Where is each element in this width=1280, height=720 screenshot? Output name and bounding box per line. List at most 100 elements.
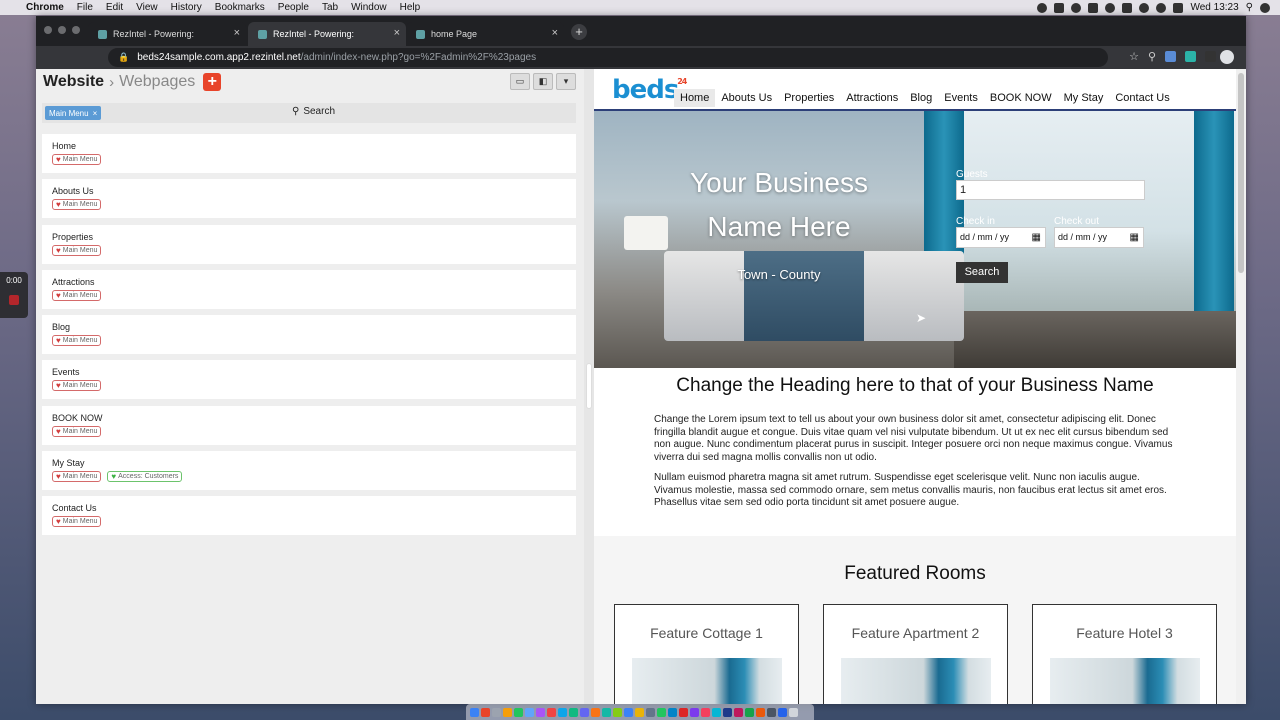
gear-icon[interactable]: [1037, 2, 1048, 13]
menu-view[interactable]: View: [136, 2, 158, 13]
single-pane-view-icon[interactable]: ▭: [510, 73, 530, 90]
extension-icon[interactable]: [1165, 51, 1176, 62]
app-icon[interactable]: [778, 707, 787, 717]
mail-icon[interactable]: [1088, 2, 1099, 13]
webpage-row-abouts-us[interactable]: Abouts Us ♥ Main Menu: [42, 179, 576, 219]
calendar-icon[interactable]: ▦: [1130, 228, 1139, 247]
battery-icon[interactable]: [1173, 2, 1184, 13]
display-icon[interactable]: [1122, 2, 1133, 13]
app-icon[interactable]: [613, 707, 622, 717]
app-icon[interactable]: [547, 707, 556, 717]
app-icon[interactable]: [558, 707, 567, 717]
bluetooth-icon[interactable]: [1139, 2, 1150, 13]
calendar-icon[interactable]: ▦: [1032, 228, 1041, 247]
site-nav-properties[interactable]: Properties: [778, 89, 840, 107]
webpage-row-home[interactable]: Home ♥ Main Menu: [42, 134, 576, 173]
record-icon[interactable]: [1054, 2, 1065, 13]
menu-bookmarks[interactable]: Bookmarks: [215, 2, 265, 13]
browser-tab-2[interactable]: RezIntel - Powering: ×: [248, 22, 406, 46]
app-icon[interactable]: [701, 707, 710, 717]
app-icon[interactable]: [657, 707, 666, 717]
menu-tab[interactable]: Tab: [322, 2, 338, 13]
site-nav-events[interactable]: Events: [938, 89, 984, 107]
filter-chip-main-menu[interactable]: Main Menu ×: [45, 106, 102, 120]
webpage-row-my-stay[interactable]: My Stay ♥ Main Menu ♥ Access: Customers: [42, 451, 576, 491]
wifi-icon[interactable]: [1156, 2, 1167, 13]
lock-icon[interactable]: 🔒: [118, 52, 129, 63]
app-icon[interactable]: [690, 707, 699, 717]
app-icon[interactable]: [492, 707, 501, 717]
preview-scrollbar[interactable]: [1236, 69, 1246, 704]
splitter-grip[interactable]: [586, 363, 592, 409]
search-icon[interactable]: ⚲: [1148, 50, 1156, 63]
app-icon[interactable]: [503, 707, 512, 717]
search-button[interactable]: ⚲ Search: [292, 106, 335, 117]
app-icon[interactable]: [723, 707, 732, 717]
spotlight-search-icon[interactable]: ⚲: [1246, 2, 1253, 13]
extension-icon[interactable]: [1185, 51, 1196, 62]
menu-help[interactable]: Help: [400, 2, 421, 13]
webpage-row-properties[interactable]: Properties ♥ Main Menu: [42, 224, 576, 264]
menu-app-name[interactable]: Chrome: [26, 2, 64, 13]
webpage-row-events[interactable]: Events ♥ Main Menu: [42, 360, 576, 400]
split-pane-view-icon[interactable]: ◧: [533, 73, 553, 90]
bookmark-star-icon[interactable]: ☆: [1129, 50, 1139, 63]
zoom-window-button[interactable]: [72, 26, 80, 34]
scrollbar-thumb[interactable]: [1238, 73, 1244, 273]
extension-icon[interactable]: [1205, 51, 1216, 62]
room-card-hotel[interactable]: Feature Hotel 3: [1032, 604, 1217, 704]
app-icon[interactable]: [481, 707, 490, 717]
guests-input[interactable]: 1: [956, 180, 1145, 200]
room-card-cottage[interactable]: Feature Cottage 1: [614, 604, 799, 704]
menu-edit[interactable]: Edit: [106, 2, 123, 13]
app-icon[interactable]: [679, 707, 688, 717]
app-icon[interactable]: [668, 707, 677, 717]
app-icon[interactable]: [756, 707, 765, 717]
site-nav-my-stay[interactable]: My Stay: [1058, 89, 1110, 107]
menubar-clock[interactable]: Wed 13:23: [1190, 2, 1238, 13]
menu-people[interactable]: People: [278, 2, 309, 13]
site-nav-blog[interactable]: Blog: [904, 89, 938, 107]
app-icon[interactable]: [602, 707, 611, 717]
trash-icon[interactable]: [789, 707, 798, 717]
menu-history[interactable]: History: [171, 2, 202, 13]
checkout-date-input[interactable]: dd / mm / yy ▦: [1054, 227, 1144, 248]
webpage-row-blog[interactable]: Blog ♥ Main Menu: [42, 315, 576, 355]
app-icon[interactable]: [591, 707, 600, 717]
site-nav-contact-us[interactable]: Contact Us: [1109, 89, 1175, 107]
pane-splitter[interactable]: [584, 69, 594, 704]
site-logo[interactable]: beds 24: [612, 75, 687, 105]
site-nav-abouts-us[interactable]: Abouts Us: [715, 89, 778, 107]
chevron-down-icon[interactable]: ▾: [556, 73, 576, 90]
site-nav-attractions[interactable]: Attractions: [840, 89, 904, 107]
app-icon[interactable]: [712, 707, 721, 717]
cloud-icon[interactable]: [1105, 2, 1116, 13]
remove-filter-icon[interactable]: ×: [93, 109, 98, 118]
app-icon[interactable]: [767, 707, 776, 717]
app-icon[interactable]: [635, 707, 644, 717]
record-stop-icon[interactable]: [9, 295, 19, 305]
tab-close-icon[interactable]: ×: [552, 27, 558, 39]
app-icon[interactable]: [734, 707, 743, 717]
tab-close-icon[interactable]: ×: [234, 27, 240, 39]
tab-close-icon[interactable]: ×: [394, 27, 400, 39]
app-icon[interactable]: [514, 707, 523, 717]
app-icon[interactable]: [646, 707, 655, 717]
site-nav-book-now[interactable]: BOOK NOW: [984, 89, 1058, 107]
webpage-row-contact-us[interactable]: Contact Us ♥ Main Menu: [42, 496, 576, 536]
room-card-apartment[interactable]: Feature Apartment 2: [823, 604, 1008, 704]
siri-icon[interactable]: [1260, 2, 1270, 13]
site-nav-home[interactable]: Home: [674, 89, 716, 107]
finder-icon[interactable]: [470, 707, 479, 717]
check-icon[interactable]: [1071, 2, 1082, 13]
close-window-button[interactable]: [44, 26, 52, 34]
profile-avatar[interactable]: [1220, 50, 1234, 64]
app-icon[interactable]: [569, 707, 578, 717]
booking-search-button[interactable]: Search: [956, 262, 1008, 283]
minimize-window-button[interactable]: [58, 26, 66, 34]
app-icon[interactable]: [624, 707, 633, 717]
app-icon[interactable]: [525, 707, 534, 717]
webpage-row-attractions[interactable]: Attractions ♥ Main Menu: [42, 269, 576, 309]
browser-tab-1[interactable]: RezIntel - Powering: ×: [88, 22, 246, 46]
url-field[interactable]: 🔒 beds24sample.com.app2.rezintel.net /ad…: [108, 48, 1108, 67]
